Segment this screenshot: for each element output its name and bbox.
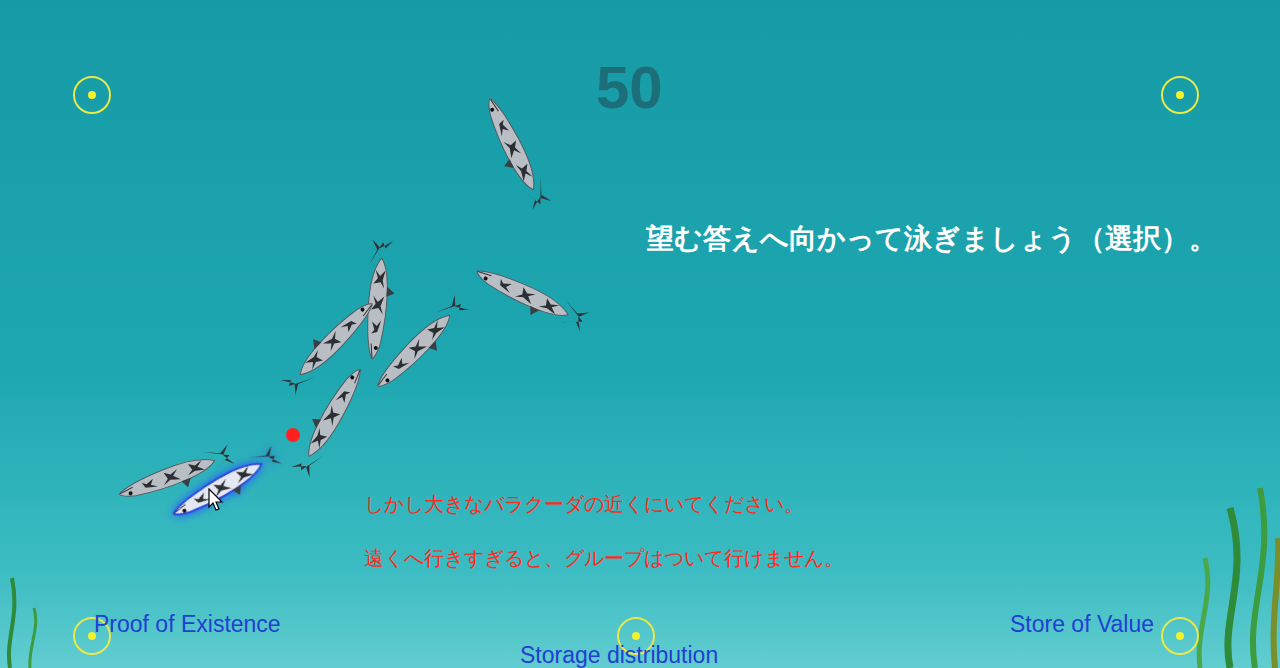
player-barracuda-icon[interactable] xyxy=(163,438,287,533)
barracuda-icon xyxy=(283,358,378,482)
seaweed-left-icon xyxy=(0,548,60,668)
cursor-icon xyxy=(208,488,224,512)
target-marker xyxy=(73,76,111,114)
warning-block: しかし大きなバラクーダの近くにいてください。遠くへ行きすぎると、グループはついて… xyxy=(364,490,844,572)
instruction: 望む答えへ向かって泳ぎましょう（選択）。 xyxy=(646,218,1217,260)
answer-label[interactable]: Proof of Existence xyxy=(94,607,281,642)
answer-label[interactable]: Store of Value xyxy=(1010,607,1154,642)
target-dot xyxy=(1176,632,1184,640)
barracuda-icon xyxy=(353,238,403,361)
target-dot xyxy=(1176,91,1184,99)
barracuda-icon xyxy=(471,89,560,214)
game-screen: 50 望む答えへ向かって泳ぎましょう（選択）。 Proof of Existence… xyxy=(0,0,1280,668)
target-dot xyxy=(88,91,96,99)
timer: 50 xyxy=(596,58,663,118)
warning-text: しかし大きなバラクーダの近くにいてください。 xyxy=(364,490,844,518)
target-dot xyxy=(632,632,640,640)
target-point xyxy=(286,428,300,442)
answer-label[interactable]: Storage distribution xyxy=(520,638,718,668)
warning-text: 遠くへ行きすぎると、グループはついて行けません。 xyxy=(364,544,844,572)
target-marker xyxy=(1161,76,1199,114)
barracuda-icon xyxy=(467,254,593,341)
answer-marker xyxy=(1161,617,1199,655)
